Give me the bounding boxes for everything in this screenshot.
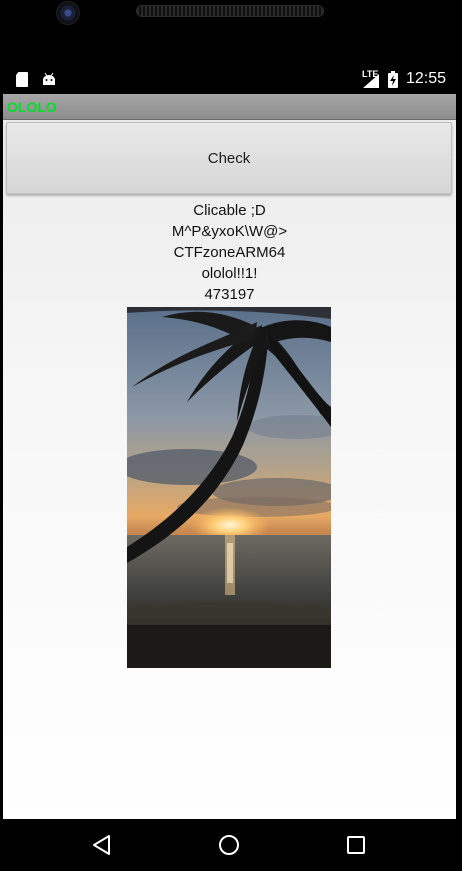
status-bar: LTE 12:55 [0,66,462,94]
info-line-number: 473197 [204,286,255,303]
app-title: OLOLO [7,99,57,115]
front-camera [57,2,79,24]
signal-icon [363,74,379,88]
sd-card-icon [16,72,28,87]
navigation-bar [0,819,462,871]
phone-screen: LTE 12:55 OLOLO Check Clicable ;D M^P&yx… [0,0,462,871]
clock: 12:55 [406,70,447,87]
info-text-block: Clicable ;D M^P&yxoK\W@> CTFzoneARM64 ol… [3,200,456,305]
sunset-image [127,307,331,668]
earpiece-speaker [136,5,324,17]
recents-icon[interactable] [344,833,368,857]
info-line-clicable: Clicable ;D [193,202,266,219]
home-icon[interactable] [217,833,241,857]
back-icon[interactable] [90,833,114,857]
info-line-ctfzone: CTFzoneARM64 [173,244,286,261]
info-line-ololol: ololol!!1! [201,265,258,282]
battery-charging-icon [388,71,398,88]
android-icon [43,72,55,85]
info-line-code: M^P&yxoK\W@> [171,223,288,240]
title-bar: OLOLO [3,94,456,120]
check-button[interactable]: Check [6,122,452,194]
app-window: OLOLO Check Clicable ;D M^P&yxoK\W@> CTF… [3,94,456,819]
